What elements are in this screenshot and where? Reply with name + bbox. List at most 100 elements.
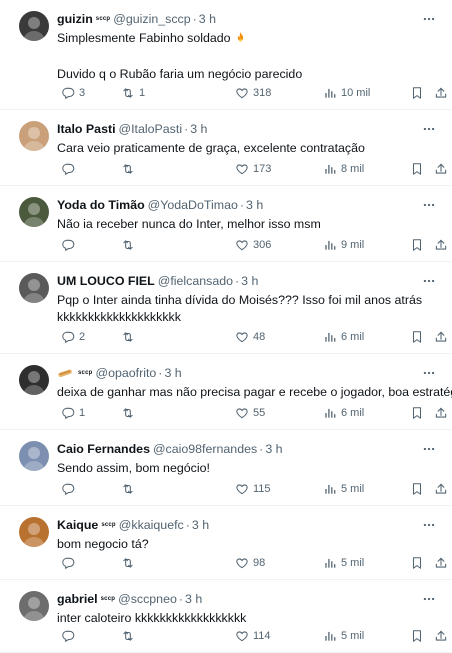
more-icon[interactable] (422, 274, 436, 288)
avatar[interactable] (19, 517, 49, 547)
display-name[interactable]: Yoda do Timão (57, 198, 145, 212)
user-handle[interactable]: @ItaloPasti (119, 122, 183, 136)
share-button[interactable] (430, 237, 448, 253)
share-button[interactable] (430, 85, 448, 101)
timestamp[interactable]: 3 h (192, 518, 209, 532)
like-button[interactable]: 114 (231, 628, 271, 644)
avatar[interactable] (19, 441, 49, 471)
bookmark-button[interactable] (406, 161, 424, 177)
bookmark-button[interactable] (406, 85, 424, 101)
like-button[interactable]: 318 (231, 85, 271, 101)
share-button[interactable] (430, 161, 448, 177)
more-icon[interactable] (422, 366, 436, 380)
reply-button[interactable]: 2 (57, 329, 85, 345)
views-button[interactable]: 5 mil (319, 555, 364, 571)
views-button[interactable]: 9 mil (319, 237, 364, 253)
retweet-button[interactable] (117, 555, 135, 571)
user-handle[interactable]: @caio98fernandes (153, 442, 257, 456)
views-button[interactable]: 6 mil (319, 329, 364, 345)
bookmark-icon (410, 482, 424, 496)
views-button[interactable]: 5 mil (319, 628, 364, 644)
bookmark-button[interactable] (406, 555, 424, 571)
display-name[interactable]: gabriel (57, 592, 98, 606)
retweet-button[interactable] (117, 481, 135, 497)
timestamp[interactable]: 3 h (185, 592, 202, 606)
tweet[interactable]: sccp @opaofrito · 3 h deixa de ganhar mas nã… (0, 354, 452, 430)
avatar[interactable] (19, 11, 49, 41)
tweet[interactable]: Kaique sccp @kkaiquefc · 3 h bom negocio tá? 9… (0, 506, 452, 580)
views-button[interactable]: 6 mil (319, 405, 364, 421)
timestamp[interactable]: 3 h (164, 366, 181, 380)
user-handle[interactable]: @opaofrito (95, 366, 156, 380)
views-button[interactable]: 5 mil (319, 481, 364, 497)
retweet-button[interactable] (117, 237, 135, 253)
user-handle[interactable]: @YodaDoTimao (148, 198, 238, 212)
tweet[interactable]: guizin sccp @guizin_sccp · 3 h Simplesmente F… (0, 0, 452, 110)
bookmark-button[interactable] (406, 329, 424, 345)
timestamp[interactable]: 3 h (265, 442, 282, 456)
like-button[interactable]: 115 (231, 481, 271, 497)
bookmark-button[interactable] (406, 237, 424, 253)
more-icon[interactable] (422, 442, 436, 456)
bookmark-button[interactable] (406, 628, 424, 644)
reply-button[interactable] (57, 161, 75, 177)
like-button[interactable]: 98 (231, 555, 265, 571)
avatar[interactable] (19, 121, 49, 151)
views-count: 5 mil (341, 483, 365, 495)
more-icon[interactable] (422, 198, 436, 212)
share-button[interactable] (430, 628, 448, 644)
retweet-button[interactable]: 1 (117, 85, 145, 101)
avatar[interactable] (19, 273, 49, 303)
user-handle[interactable]: @fielcansado (158, 274, 233, 288)
reply-button[interactable] (57, 628, 75, 644)
tweet[interactable]: Caio Fernandes @caio98fernandes · 3 h Sendo … (0, 430, 452, 506)
avatar[interactable] (19, 591, 49, 621)
retweet-button[interactable] (117, 161, 135, 177)
bookmark-button[interactable] (406, 481, 424, 497)
tweet[interactable]: UM LOUCO FIEL @fielcansado · 3 h Pqp o Inter… (0, 262, 452, 354)
bookmark-button[interactable] (406, 405, 424, 421)
more-icon[interactable] (422, 518, 436, 532)
display-name[interactable]: Italo Pasti (57, 122, 116, 136)
share-button[interactable] (430, 481, 448, 497)
like-button[interactable]: 306 (231, 237, 271, 253)
likes-count: 98 (253, 557, 266, 569)
tweet[interactable]: Italo Pasti @ItaloPasti · 3 h Cara veio prat… (0, 110, 452, 186)
like-button[interactable]: 55 (231, 405, 265, 421)
share-button[interactable] (430, 555, 448, 571)
share-button[interactable] (430, 329, 448, 345)
more-icon[interactable] (422, 12, 436, 26)
display-name[interactable]: guizin (57, 12, 93, 26)
timestamp[interactable]: 3 h (190, 122, 207, 136)
avatar[interactable] (19, 365, 49, 395)
retweet-button[interactable] (117, 405, 135, 421)
views-button[interactable]: 8 mil (319, 161, 364, 177)
user-badge: sccp (95, 16, 111, 22)
share-button[interactable] (430, 405, 448, 421)
retweet-button[interactable] (117, 329, 135, 345)
tweet-text: deixa de ganhar mas não precisa pagar e … (57, 384, 452, 401)
timestamp[interactable]: 3 h (241, 274, 258, 288)
user-handle[interactable]: @sccpneo (118, 592, 177, 606)
tweet[interactable]: Yoda do Timão @YodaDoTimao · 3 h Não ia rece… (0, 186, 452, 262)
reply-button[interactable]: 1 (57, 405, 85, 421)
display-name[interactable]: UM LOUCO FIEL (57, 274, 155, 288)
more-icon[interactable] (422, 592, 436, 606)
like-button[interactable]: 48 (231, 329, 265, 345)
like-button[interactable]: 173 (231, 161, 271, 177)
timestamp[interactable]: 3 h (199, 12, 216, 26)
display-name[interactable]: Caio Fernandes (57, 442, 150, 456)
reply-button[interactable]: 3 (57, 85, 85, 101)
views-button[interactable]: 10 mil (319, 85, 370, 101)
user-handle[interactable]: @guizin_sccp (113, 12, 190, 26)
tweet[interactable]: gabriel sccp @sccpneo · 3 h inter caloteiro k… (0, 580, 452, 653)
display-name[interactable]: Kaique (57, 518, 98, 532)
reply-button[interactable] (57, 237, 75, 253)
timestamp[interactable]: 3 h (246, 198, 263, 212)
retweet-button[interactable] (117, 628, 135, 644)
reply-button[interactable] (57, 555, 75, 571)
user-handle[interactable]: @kkaiquefc (119, 518, 184, 532)
avatar[interactable] (19, 197, 49, 227)
reply-button[interactable] (57, 481, 75, 497)
more-icon[interactable] (422, 122, 436, 136)
